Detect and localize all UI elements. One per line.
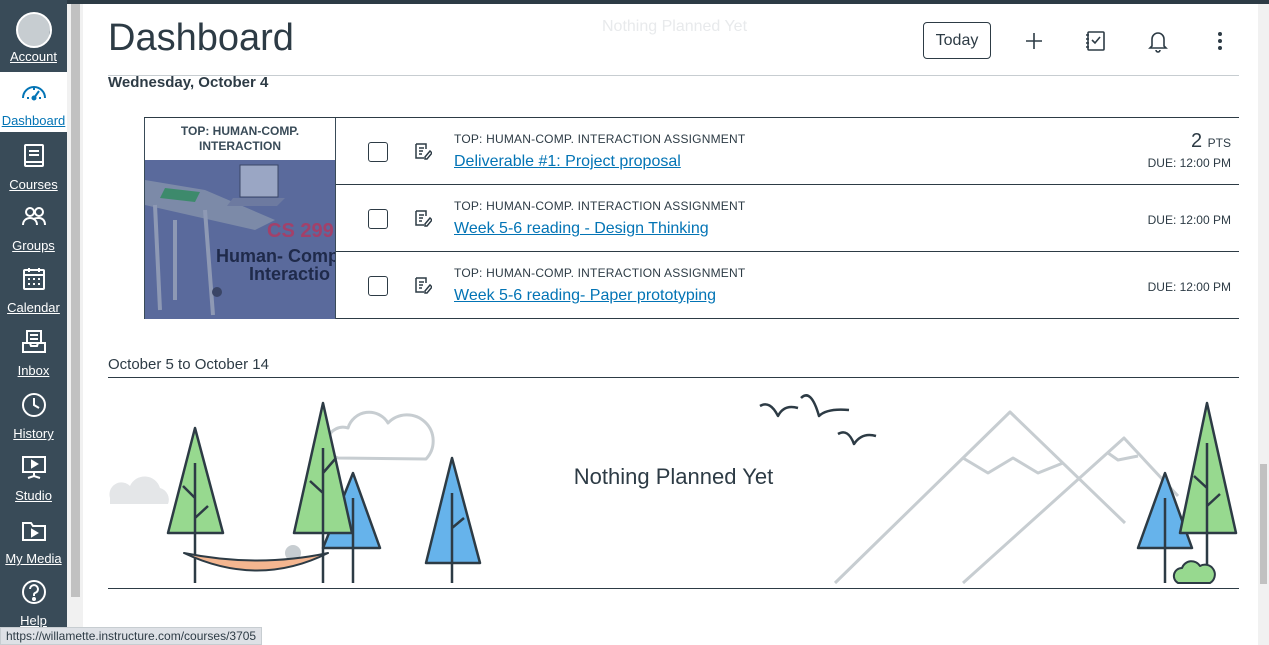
nav-help[interactable]: Help	[0, 572, 67, 632]
course-group: TOP: HUMAN-COMP. INTERACTION CS 299 Huma…	[144, 117, 1239, 319]
item-title-link[interactable]: Deliverable #1: Project proposal	[454, 153, 681, 171]
history-icon	[22, 393, 46, 417]
course-image-text-code: CS 299	[267, 220, 334, 242]
assignment-icon	[415, 210, 432, 227]
points: 2 PTS	[1191, 130, 1231, 153]
day-heading: Wednesday, October 4	[108, 74, 269, 91]
today-button[interactable]: Today	[923, 22, 991, 59]
complete-checkbox[interactable]	[368, 276, 388, 296]
nav-groups[interactable]: Groups	[0, 197, 67, 257]
help-icon	[22, 580, 46, 604]
nothing-planned-message: Nothing Planned Yet	[573, 464, 774, 489]
planner-item: TOP: HUMAN-COMP. INTERACTION ASSIGNMENT …	[336, 118, 1239, 185]
nav-history[interactable]: History	[0, 385, 67, 445]
nav-label-dashboard: Dashboard	[1, 113, 66, 128]
course-image: CS 299 Human- Comp Interactio	[145, 160, 335, 319]
header-divider	[108, 75, 1239, 76]
planner-item: TOP: HUMAN-COMP. INTERACTION ASSIGNMENT …	[336, 252, 1239, 319]
due-time: DUE: 12:00 PM	[1147, 213, 1231, 227]
course-card[interactable]: TOP: HUMAN-COMP. INTERACTION CS 299 Huma…	[144, 118, 336, 319]
item-title-link[interactable]: Week 5-6 reading- Paper prototyping	[454, 287, 716, 305]
global-navigation: Account Dashboard Courses Groups Calenda…	[0, 0, 67, 645]
nav-label-courses: Courses	[9, 177, 58, 192]
status-bar-url: https://willamette.instructure.com/cours…	[0, 627, 263, 645]
nav-account[interactable]: Account	[0, 4, 67, 68]
groups-icon	[22, 207, 46, 226]
calendar-icon	[23, 268, 45, 290]
item-type: TOP: HUMAN-COMP. INTERACTION ASSIGNMENT	[454, 132, 746, 146]
show-my-grades-button[interactable]	[1081, 26, 1111, 56]
nav-calendar[interactable]: Calendar	[0, 259, 67, 319]
courses-icon	[24, 144, 44, 167]
nav-scrollbar[interactable]	[67, 4, 83, 645]
complete-checkbox[interactable]	[368, 142, 388, 162]
course-name[interactable]: TOP: HUMAN-COMP. INTERACTION	[145, 118, 335, 160]
dashboard-icon	[22, 86, 46, 101]
due-time: DUE: 12:00 PM	[1147, 280, 1231, 294]
nav-label-account: Account	[10, 49, 57, 64]
nav-label-groups: Groups	[12, 238, 55, 253]
account-avatar	[16, 12, 52, 48]
bell-icon	[1148, 32, 1168, 53]
kebab-menu-icon	[1218, 32, 1222, 50]
page-title: Dashboard	[108, 17, 294, 59]
assignment-icon	[415, 277, 432, 294]
assignment-icon	[415, 143, 432, 160]
nav-label-my-media: My Media	[5, 551, 62, 566]
nav-label-calendar: Calendar	[7, 300, 60, 315]
main-content: Nothing Planned Yet Dashboard Today Wedn…	[83, 4, 1258, 645]
studio-icon	[22, 456, 46, 479]
points-value: 2	[1190, 130, 1203, 152]
nav-label-help: Help	[20, 613, 47, 628]
course-image-text-title-2: Interactio	[249, 264, 331, 284]
item-type: TOP: HUMAN-COMP. INTERACTION ASSIGNMENT	[454, 266, 746, 280]
item-type: TOP: HUMAN-COMP. INTERACTION ASSIGNMENT	[454, 199, 746, 213]
page-scrollbar[interactable]	[1258, 4, 1269, 645]
nav-courses[interactable]: Courses	[0, 136, 67, 196]
complete-checkbox[interactable]	[368, 209, 388, 229]
planner-item: TOP: HUMAN-COMP. INTERACTION ASSIGNMENT …	[336, 185, 1239, 252]
nav-label-inbox: Inbox	[17, 363, 50, 378]
nav-studio[interactable]: Studio	[0, 447, 67, 507]
gradebook-icon	[1086, 31, 1105, 51]
item-title-link[interactable]: Week 5-6 reading - Design Thinking	[454, 220, 709, 238]
add-todo-button[interactable]	[1019, 26, 1049, 56]
plus-icon	[1026, 33, 1042, 49]
due-time: DUE: 12:00 PM	[1147, 156, 1231, 170]
notifications-button[interactable]	[1143, 26, 1173, 56]
nav-label-studio: Studio	[15, 488, 52, 503]
more-options-button[interactable]	[1205, 26, 1235, 56]
range-bottom-divider	[108, 588, 1239, 589]
nav-my-media[interactable]: My Media	[0, 510, 67, 570]
inbox-icon	[22, 330, 46, 353]
scrolled-ghost-text: Nothing Planned Yet	[602, 18, 748, 35]
range-heading: October 5 to October 14	[108, 356, 269, 373]
points-unit: PTS	[1207, 136, 1231, 150]
nav-scrollbar-thumb[interactable]	[71, 4, 80, 597]
nav-inbox[interactable]: Inbox	[0, 322, 67, 382]
nav-dashboard[interactable]: Dashboard	[0, 72, 67, 132]
nav-label-history: History	[13, 426, 54, 441]
my-media-icon	[22, 522, 46, 541]
